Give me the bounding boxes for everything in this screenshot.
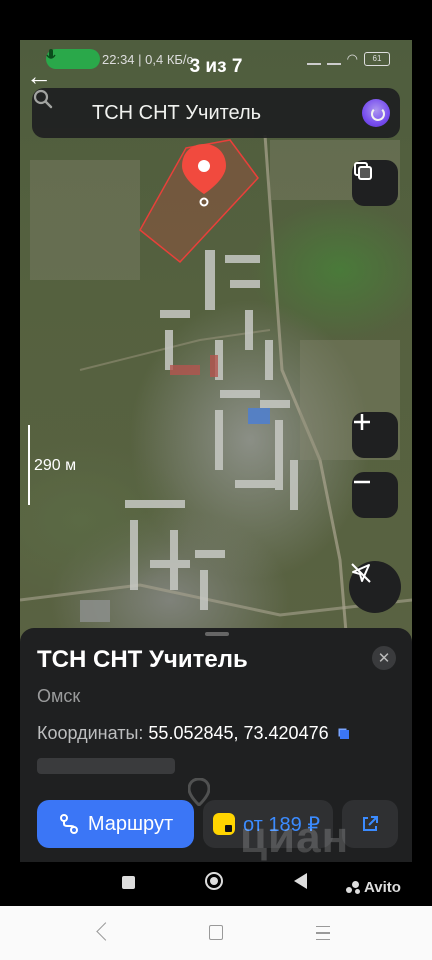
close-icon: ✕	[377, 650, 391, 667]
zoom-out-button[interactable]	[352, 472, 398, 518]
coordinates-value[interactable]: 55.052845, 73.420476	[148, 723, 328, 743]
image-counter: 3 из 7	[189, 56, 243, 77]
close-button[interactable]: ✕	[372, 646, 396, 670]
sheet-grabber[interactable]	[205, 632, 229, 636]
loading-placeholder	[37, 758, 175, 774]
open-external-icon	[363, 816, 378, 831]
home-icon[interactable]	[205, 872, 223, 890]
location-off-icon	[351, 563, 371, 583]
copy-icon[interactable]	[339, 729, 349, 739]
location-button[interactable]	[349, 561, 401, 613]
place-city: Омск	[37, 686, 81, 706]
place-title: ТСН СНТ Учитель	[37, 646, 248, 673]
zoom-out-icon	[354, 480, 370, 484]
scale-bar	[28, 425, 30, 505]
android-navbar: Avito	[20, 862, 412, 905]
recents-icon[interactable]	[122, 876, 135, 889]
layers-icon	[354, 162, 372, 180]
search-bar[interactable]: ТСН СНТ Учитель	[32, 88, 400, 138]
avito-logo: Avito	[346, 879, 401, 896]
back-triangle-icon[interactable]	[294, 873, 307, 889]
search-input[interactable]: ТСН СНТ Учитель	[92, 102, 261, 125]
search-icon	[33, 89, 53, 109]
voice-assistant-icon[interactable]	[362, 99, 390, 127]
zoom-in-button[interactable]	[352, 412, 398, 458]
route-icon	[59, 814, 78, 834]
system-home-icon[interactable]	[209, 925, 223, 940]
location-pin-icon[interactable]	[180, 142, 228, 208]
route-label: Маршрут	[87, 812, 174, 835]
scale-label: 290 м	[34, 457, 77, 474]
taxi-icon	[213, 813, 235, 835]
share-button[interactable]	[342, 800, 398, 848]
viewer-top-bar	[0, 0, 432, 40]
layers-button[interactable]	[352, 160, 398, 206]
system-back-icon[interactable]	[96, 922, 115, 941]
route-button[interactable]: Маршрут	[37, 800, 194, 848]
satellite-map[interactable]: 22:34 | 0,4 КБ/с ◠ 61 ← 3 из 7 ТСН СНТ У…	[20, 40, 412, 680]
coordinates-row[interactable]: Координаты: 55.052845, 73.420476	[37, 723, 349, 744]
system-nav-bar	[0, 906, 432, 960]
avito-dots-icon	[346, 880, 362, 895]
watermark-brand: циан	[240, 813, 350, 862]
avito-label: Avito	[364, 879, 401, 896]
zoom-in-icon	[354, 414, 370, 430]
screenshot-frame: 22:34 | 0,4 КБ/с ◠ 61 ← 3 из 7 ТСН СНТ У…	[20, 40, 412, 905]
system-menu-icon[interactable]	[316, 926, 330, 940]
coordinates-label: Координаты:	[37, 723, 144, 743]
